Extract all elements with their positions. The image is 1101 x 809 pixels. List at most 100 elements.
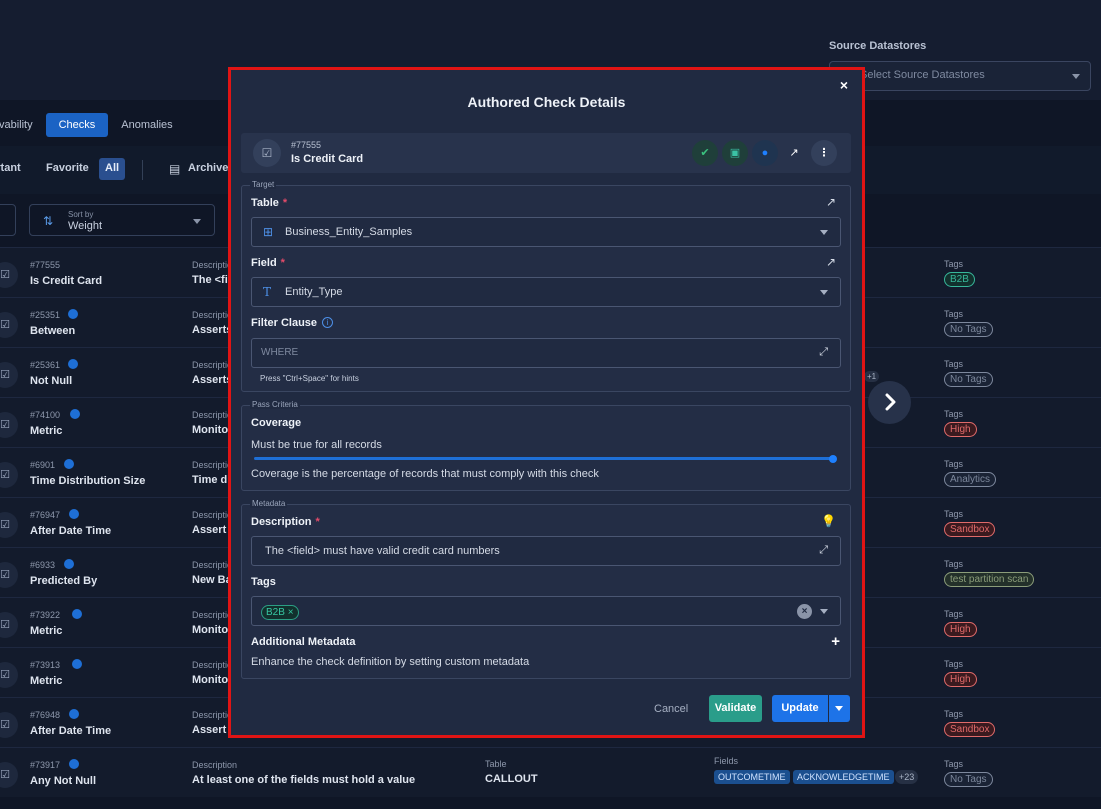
info-icon[interactable]: i	[322, 317, 334, 328]
row-tags-label: Tags	[944, 609, 964, 619]
coverage-slider-track[interactable]	[254, 457, 833, 460]
filter-all[interactable]: All	[99, 158, 126, 180]
tag-badge: Sandbox	[944, 722, 996, 737]
source-datastores-select[interactable]: Select Source Datastores	[829, 61, 1091, 91]
tags-input[interactable]: B2B × ×	[251, 596, 841, 626]
row-description-label: Description	[192, 760, 238, 770]
row-table-label: Table	[485, 759, 507, 769]
chevron-down-icon	[820, 230, 828, 235]
more-options-icon[interactable]: ⋮	[811, 140, 837, 166]
check-type-icon: ☑	[0, 762, 18, 788]
check-type-icon: ☑	[0, 562, 18, 588]
chevron-down-icon	[820, 609, 828, 614]
info-icon[interactable]	[69, 509, 79, 519]
table-row[interactable]: ☑ #73917 Any Not Null Description At least o…	[0, 747, 1101, 797]
tab-observability[interactable]: Observability	[0, 113, 46, 137]
update-button[interactable]: Update	[772, 695, 828, 722]
update-options-chevron-icon[interactable]	[829, 695, 850, 722]
coverage-label: Coverage	[251, 417, 302, 429]
field-label: Field *	[251, 257, 285, 269]
row-name: Predicted By	[30, 575, 98, 587]
text-type-icon: T	[263, 285, 272, 299]
check-type-icon: ☑	[0, 512, 18, 538]
sort-select[interactable]: ⇅ Sort by Weight	[29, 204, 215, 236]
tag-badge: No Tags	[944, 322, 993, 337]
tag-badge: High	[944, 622, 977, 637]
lightbulb-icon[interactable]: 💡	[821, 514, 836, 528]
check-type-icon: ☑	[0, 662, 18, 688]
table-external-link-icon[interactable]: ↗	[826, 195, 836, 209]
info-icon[interactable]	[69, 709, 79, 719]
row-tags-label: Tags	[944, 459, 964, 469]
filter-clause-input[interactable]: WHERE ⤢	[251, 338, 841, 368]
clipboard-check-icon[interactable]: ▣	[722, 140, 748, 166]
remove-tag-icon[interactable]: ×	[288, 607, 294, 618]
row-id: #6901	[30, 460, 56, 470]
field-chip: ACKNOWLEDGETIME	[793, 770, 894, 784]
search-input[interactable]	[0, 204, 16, 236]
external-link-icon[interactable]: ↗	[781, 140, 807, 166]
table-select[interactable]: ⊞ Business_Entity_Samples	[251, 217, 841, 247]
check-type-icon: ☑	[0, 712, 18, 738]
info-icon[interactable]	[64, 559, 74, 569]
tab-checks[interactable]: Checks	[45, 113, 109, 137]
row-tags-label: Tags	[944, 659, 964, 669]
clear-icon[interactable]: ×	[797, 604, 812, 619]
row-id: #6933	[30, 560, 56, 570]
table-label: Table *	[251, 197, 288, 209]
tag-chip[interactable]: B2B ×	[261, 605, 299, 620]
filter-clause-label: Filter Clause i	[251, 317, 334, 329]
check-name: Is Credit Card	[291, 153, 364, 165]
row-name: Metric	[30, 675, 63, 687]
expand-icon[interactable]: ⤢	[819, 544, 828, 557]
tag-badge: Sandbox	[944, 522, 996, 537]
description-value: The <field> must have valid credit card …	[265, 545, 500, 557]
row-name: Is Credit Card	[30, 275, 103, 287]
tag-badge: High	[944, 672, 977, 687]
filter-placeholder: WHERE	[261, 347, 299, 358]
check-type-icon: ☑	[0, 312, 18, 338]
field-select[interactable]: T Entity_Type	[251, 277, 841, 307]
active-status-icon[interactable]: ✔	[692, 140, 718, 166]
tag-badge: High	[944, 422, 977, 437]
validate-button[interactable]: Validate	[709, 695, 762, 722]
chevron-down-icon	[820, 290, 828, 295]
tab-anomalies[interactable]: Anomalies	[108, 113, 185, 137]
row-id: #73922	[30, 610, 61, 620]
tag-badge: No Tags	[944, 772, 993, 787]
check-type-icon: ☑	[0, 462, 18, 488]
info-icon[interactable]	[68, 359, 78, 369]
row-tags-label: Tags	[944, 259, 964, 269]
info-icon[interactable]: ●	[752, 140, 778, 166]
row-tags-label: Tags	[944, 509, 964, 519]
check-type-icon: ☑	[0, 362, 18, 388]
tags-label: Tags	[251, 576, 276, 588]
modal-title: Authored Check Details	[467, 94, 626, 110]
row-id: #76948	[30, 710, 61, 720]
more-fields-badge: +23	[895, 770, 919, 784]
expand-icon[interactable]: ⤢	[819, 346, 828, 359]
next-button[interactable]	[868, 381, 911, 424]
filter-important[interactable]: Important	[0, 158, 27, 180]
info-icon[interactable]	[64, 459, 74, 469]
info-icon[interactable]	[69, 759, 79, 769]
row-tags-label: Tags	[944, 309, 964, 319]
info-icon[interactable]	[72, 609, 82, 619]
field-external-link-icon[interactable]: ↗	[826, 255, 836, 269]
info-icon[interactable]	[70, 409, 80, 419]
tag-badge: test partition scan	[944, 572, 1035, 587]
source-datastores-placeholder: Select Source Datastores	[860, 69, 985, 81]
table-value: Business_Entity_Samples	[285, 226, 413, 238]
cancel-button[interactable]: Cancel	[654, 703, 688, 715]
chevron-down-icon	[1072, 74, 1080, 79]
row-name: Time Distribution Size	[30, 475, 146, 487]
more-badge: +1	[864, 371, 880, 382]
close-icon[interactable]: ×	[840, 77, 848, 93]
coverage-slider-thumb[interactable]	[829, 455, 837, 463]
description-label: Description *	[251, 516, 320, 528]
filter-favorite[interactable]: Favorite	[40, 158, 95, 180]
description-input[interactable]: The <field> must have valid credit card …	[251, 536, 841, 566]
info-icon[interactable]	[72, 659, 82, 669]
info-icon[interactable]	[68, 309, 78, 319]
add-metadata-icon[interactable]: +	[831, 633, 840, 650]
